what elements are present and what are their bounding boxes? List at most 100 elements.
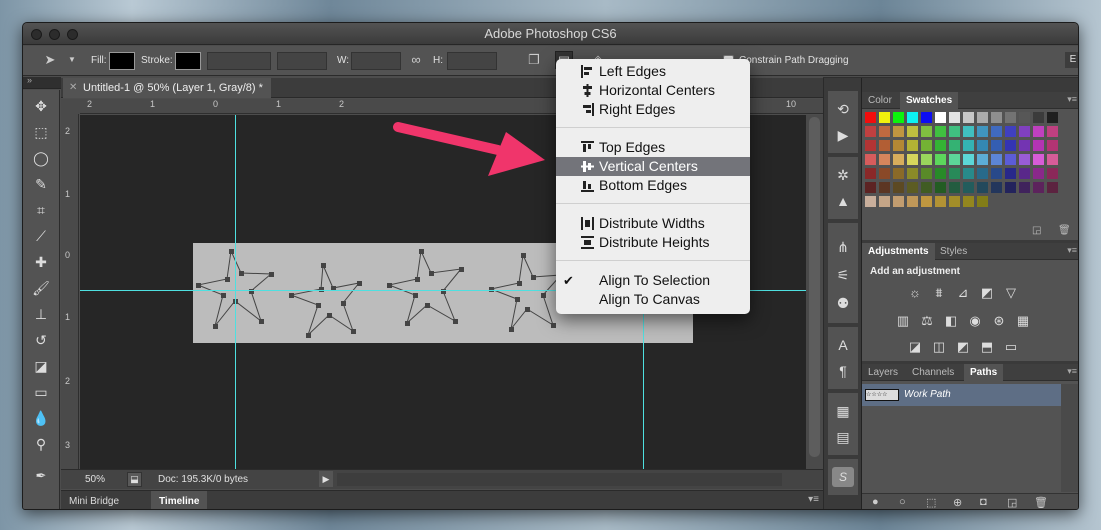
add-mask-icon[interactable]: ◘ [980, 496, 987, 508]
exposure-icon[interactable]: ◩ [978, 285, 996, 301]
stroke-type-dropdown[interactable] [277, 52, 327, 70]
swatch-cell[interactable] [935, 112, 946, 123]
swatch-cell[interactable] [935, 140, 946, 151]
navigator-icon[interactable]: ✲ [832, 165, 854, 185]
zoom-level[interactable]: 50% [85, 474, 105, 485]
color-tab[interactable]: Color [862, 92, 898, 109]
menu-item-top-edges[interactable]: Top Edges [556, 138, 750, 157]
hue-saturation-icon[interactable]: ▥ [894, 313, 912, 329]
swatch-cell[interactable] [949, 196, 960, 207]
swatch-cell[interactable] [907, 168, 918, 179]
swatch-cell[interactable] [977, 154, 988, 165]
script-icon[interactable]: S [832, 467, 854, 487]
swatch-cell[interactable] [963, 126, 974, 137]
load-selection-icon[interactable]: ⬚ [926, 496, 936, 509]
panel-menu-icon[interactable]: ▾≡ [1067, 94, 1077, 105]
swatch-cell[interactable] [879, 154, 890, 165]
swatch-cell[interactable] [1033, 196, 1044, 207]
status-menu-arrow-icon[interactable]: ▶ [319, 471, 333, 487]
swatch-cell[interactable] [991, 140, 1002, 151]
swatch-cell[interactable] [893, 140, 904, 151]
vertical-scrollbar[interactable] [806, 115, 823, 469]
swatch-cell[interactable] [1047, 126, 1058, 137]
swatch-cell[interactable] [921, 168, 932, 179]
width-field[interactable] [351, 52, 401, 70]
menu-item-align-to-selection[interactable]: ✔ Align To Selection [556, 271, 750, 290]
status-export-icon[interactable]: ⬓ [127, 472, 142, 487]
stroke-swatch[interactable] [175, 52, 201, 70]
swatch-cell[interactable] [963, 168, 974, 179]
swatch-cell[interactable] [865, 112, 876, 123]
swatch-cell[interactable] [879, 112, 890, 123]
swatch-cell[interactable] [1047, 196, 1058, 207]
make-work-path-icon[interactable]: ⊕ [953, 496, 962, 509]
workspace-overflow-button[interactable]: E [1065, 52, 1078, 68]
swatch-cell[interactable] [1005, 126, 1016, 137]
move-tool-icon[interactable]: ✥ [29, 95, 53, 117]
invert-icon[interactable]: ◪ [906, 339, 924, 355]
swatch-cell[interactable] [907, 154, 918, 165]
swatch-cell[interactable] [865, 140, 876, 151]
path-operations-icon[interactable]: ❐ [525, 51, 543, 69]
menu-item-align-to-canvas[interactable]: Align To Canvas [556, 290, 750, 309]
paragraph-icon[interactable]: ¶ [832, 361, 854, 381]
swatch-cell[interactable] [907, 126, 918, 137]
menu-item-left-edges[interactable]: Left Edges [556, 62, 750, 81]
levels-icon[interactable]: ⩩ [930, 285, 948, 301]
swatch-cell[interactable] [893, 182, 904, 193]
swatch-cell[interactable] [921, 154, 932, 165]
swatch-cell[interactable] [977, 112, 988, 123]
gradient-tool-icon[interactable]: ▭ [29, 381, 53, 403]
menu-item-right-edges[interactable]: Right Edges [556, 100, 750, 119]
swatches-tab[interactable]: Swatches [900, 92, 959, 109]
swatch-cell[interactable] [977, 126, 988, 137]
layers-tab[interactable]: Layers [862, 364, 904, 381]
eyedropper-tool-icon[interactable]: ⟋ [29, 225, 53, 247]
swatch-cell[interactable] [865, 126, 876, 137]
color-lookup-icon[interactable]: ▦ [1014, 313, 1032, 329]
quick-selection-tool-icon[interactable]: ✎ [29, 173, 53, 195]
menu-item-bottom-edges[interactable]: Bottom Edges [556, 176, 750, 195]
swatch-cell[interactable] [921, 182, 932, 193]
swatch-cell[interactable] [893, 154, 904, 165]
swatch-cell[interactable] [893, 112, 904, 123]
photo-filter-icon[interactable]: ◉ [966, 313, 984, 329]
vertical-ruler[interactable]: 2 1 0 1 2 3 [61, 114, 79, 469]
scrollbar-thumb[interactable] [809, 117, 820, 457]
menu-item-horizontal-centers[interactable]: Horizontal Centers [556, 81, 750, 100]
brush-tool-icon[interactable]: 🖌 [29, 277, 53, 299]
delete-swatch-icon[interactable]: 🗑 [1058, 225, 1071, 236]
path-row[interactable]: ☆☆☆☆ Work Path [862, 384, 1061, 406]
swatch-cell[interactable] [935, 126, 946, 137]
history-brush-tool-icon[interactable]: ↺ [29, 329, 53, 351]
styles-tab[interactable]: Styles [934, 243, 973, 260]
swatch-cell[interactable] [1033, 168, 1044, 179]
swatch-cell[interactable] [1005, 112, 1016, 123]
swatch-cell[interactable] [865, 196, 876, 207]
actions-play-icon[interactable]: ▶ [832, 125, 854, 145]
swatch-cell[interactable] [893, 168, 904, 179]
swatch-cell[interactable] [1019, 126, 1030, 137]
swatch-cell[interactable] [921, 126, 932, 137]
swatch-cell[interactable] [963, 154, 974, 165]
brush-presets-icon[interactable]: ⋔ [832, 237, 854, 257]
swatch-cell[interactable] [991, 168, 1002, 179]
swatch-cell[interactable] [1047, 140, 1058, 151]
panel-menu-icon[interactable]: ▾≡ [808, 494, 819, 505]
height-field[interactable] [447, 52, 497, 70]
swatch-cell[interactable] [907, 196, 918, 207]
swatch-cell[interactable] [1033, 182, 1044, 193]
horizontal-scrollbar[interactable] [337, 473, 782, 486]
tool-preset-dropdown-icon[interactable]: ▼ [63, 51, 81, 69]
menu-item-distribute-widths[interactable]: Distribute Widths [556, 214, 750, 233]
window-minimize-button[interactable] [49, 29, 60, 40]
brush-settings-icon[interactable]: ⚟ [832, 265, 854, 285]
swatch-cell[interactable] [963, 112, 974, 123]
character-icon[interactable]: A [832, 335, 854, 355]
swatch-cell[interactable] [893, 196, 904, 207]
swatch-cell[interactable] [949, 140, 960, 151]
swatch-cell[interactable] [921, 140, 932, 151]
link-icon[interactable]: ∞ [407, 51, 425, 69]
path-selection-tool-icon[interactable]: ➤ [41, 51, 59, 69]
stroke-path-icon[interactable]: ○ [899, 496, 906, 508]
